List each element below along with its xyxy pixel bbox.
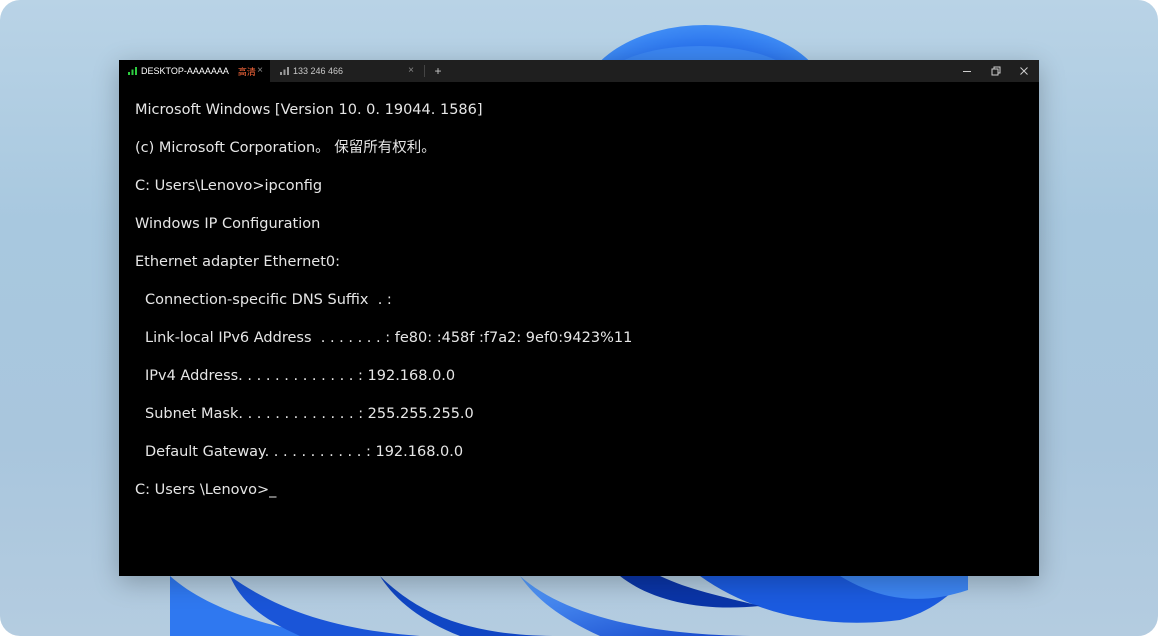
tab-close-icon[interactable]: × bbox=[257, 60, 263, 82]
console-line: Subnet Mask. . . . . . . . . . . . . : 2… bbox=[145, 406, 474, 422]
tab-remote-session[interactable]: 133 246 466 × bbox=[271, 60, 421, 82]
console-line: Windows IP Configuration bbox=[135, 216, 321, 232]
close-icon bbox=[1020, 67, 1028, 75]
tab-divider bbox=[424, 65, 425, 77]
tab-close-icon[interactable]: × bbox=[408, 60, 414, 82]
new-tab-button[interactable]: + bbox=[431, 60, 445, 82]
title-bar[interactable]: DESKTOP-AAAAAAA 高清 × 133 246 466 × + bbox=[119, 60, 1039, 82]
restore-button[interactable] bbox=[982, 60, 1010, 82]
close-button[interactable] bbox=[1010, 60, 1038, 82]
console-line: (c) Microsoft Corporation。 保留所有权利。 bbox=[135, 140, 436, 156]
console-line: Link-local IPv6 Address . . . . . . . : … bbox=[145, 330, 633, 346]
console-line: Microsoft Windows [Version 10. 0. 19044.… bbox=[135, 102, 483, 118]
console-line: IPv4 Address. . . . . . . . . . . . . : … bbox=[145, 368, 456, 384]
tab-label: 133 246 466 bbox=[293, 66, 344, 76]
console-line: C: Users\Lenovo>ipconfig bbox=[135, 178, 323, 194]
tab-label: DESKTOP-AAAAAAA bbox=[141, 66, 229, 76]
minimize-icon bbox=[963, 71, 971, 72]
tab-desktop-session[interactable]: DESKTOP-AAAAAAA 高清 × bbox=[119, 60, 270, 82]
desktop: DESKTOP-AAAAAAA 高清 × 133 246 466 × + Mic… bbox=[0, 0, 1158, 636]
restore-icon bbox=[991, 66, 1001, 76]
console-line: Connection-specific DNS Suffix . : bbox=[145, 292, 392, 308]
command-prompt[interactable]: C: Users \Lenovo>_ bbox=[135, 480, 1025, 518]
console-line: Ethernet adapter Ethernet0: bbox=[135, 254, 340, 270]
hd-badge: 高清 bbox=[237, 66, 256, 77]
signal-strength-icon bbox=[280, 67, 289, 75]
terminal-window[interactable]: DESKTOP-AAAAAAA 高清 × 133 246 466 × + Mic… bbox=[119, 60, 1039, 576]
console-output[interactable]: Microsoft Windows [Version 10. 0. 19044.… bbox=[135, 100, 1025, 518]
minimize-button[interactable] bbox=[953, 60, 981, 82]
console-line: Default Gateway. . . . . . . . . . . : 1… bbox=[145, 444, 464, 460]
signal-strength-icon bbox=[128, 67, 137, 75]
